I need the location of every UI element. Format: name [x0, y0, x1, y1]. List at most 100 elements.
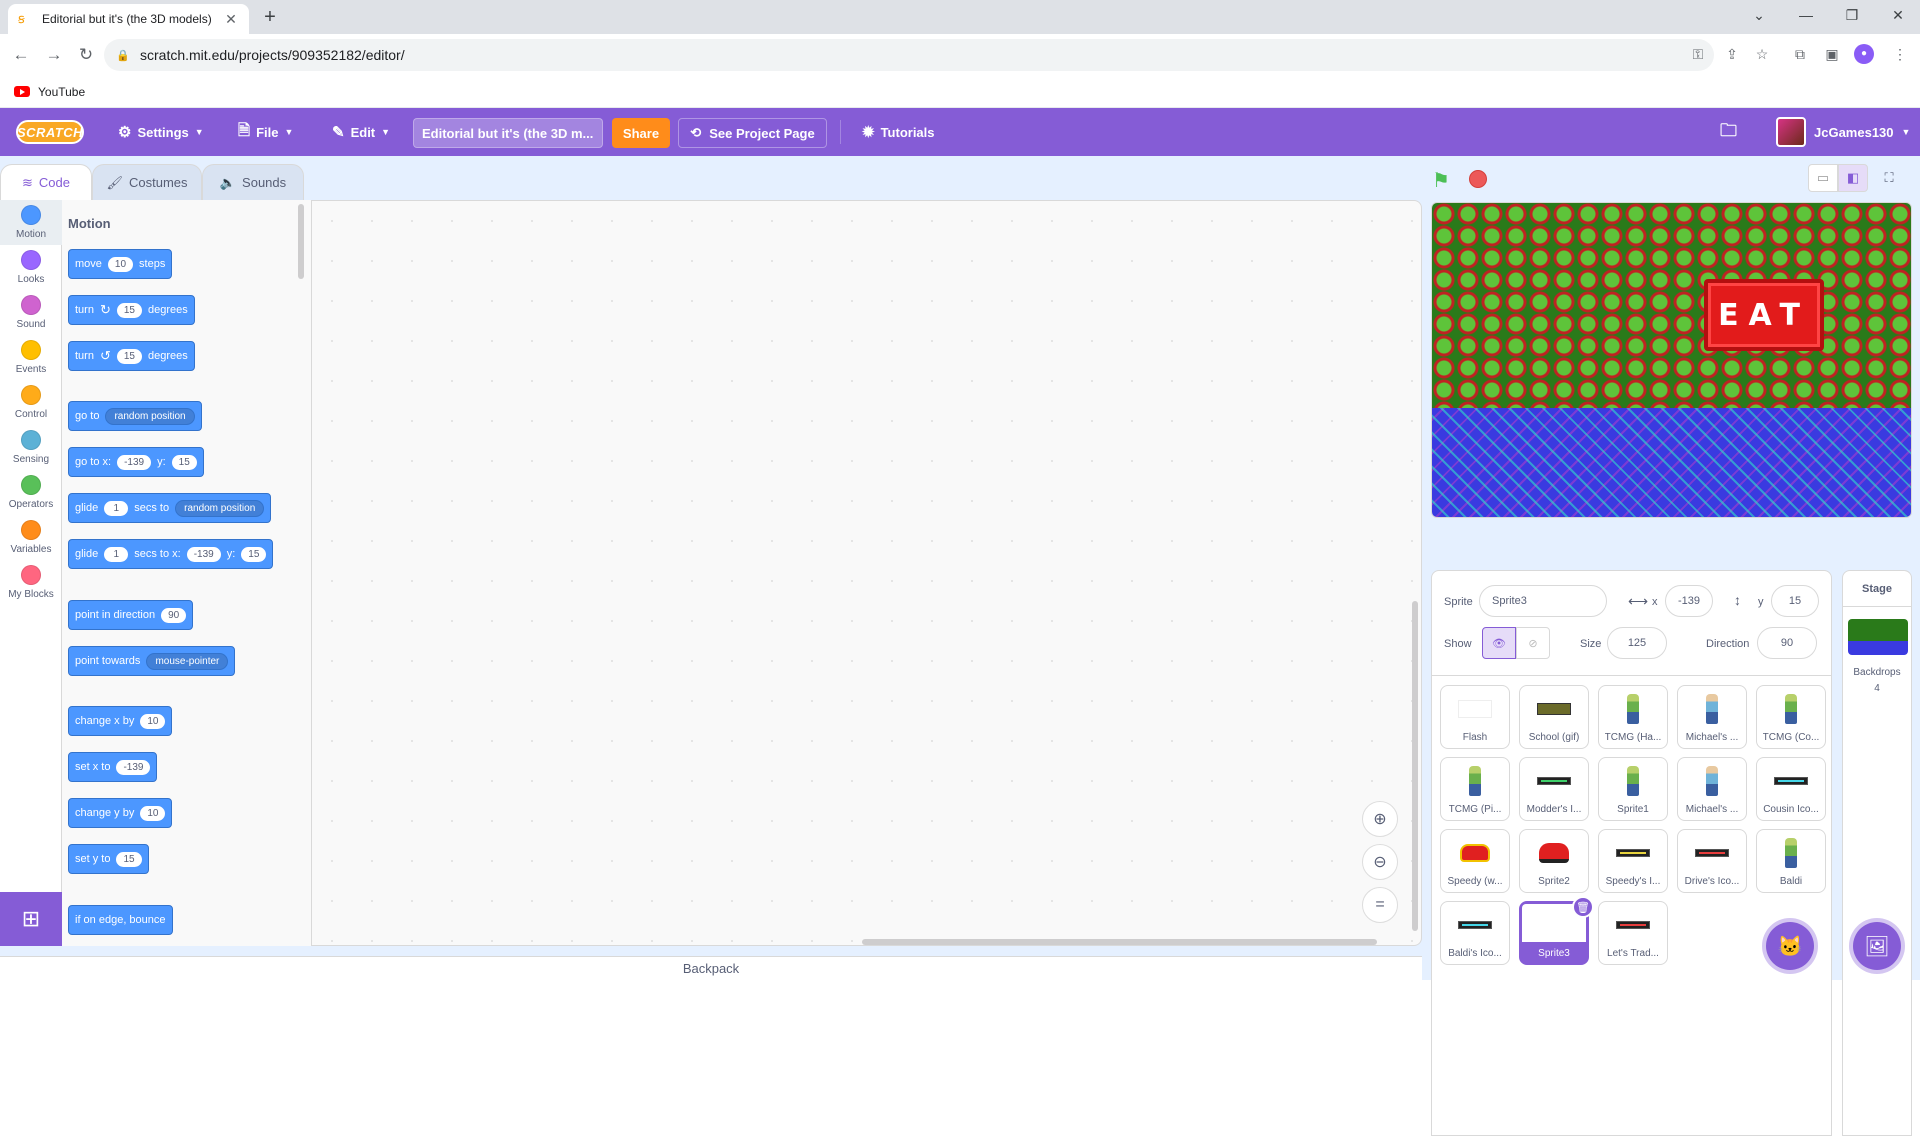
see-project-page-button[interactable]: ⟲ See Project Page [678, 118, 827, 148]
sprite-tile[interactable]: Drive's Ico... [1677, 829, 1747, 893]
workspace-horizontal-scrollbar[interactable] [862, 939, 1377, 945]
sprite-tile[interactable]: Cousin Ico... [1756, 757, 1826, 821]
extensions-icon[interactable]: ⧉ [1790, 44, 1810, 64]
my-stuff-folder-icon[interactable]: 🗀 [1720, 108, 1737, 156]
bookmark-youtube[interactable]: YouTube [38, 85, 85, 99]
reload-icon[interactable]: ↻ [74, 43, 98, 67]
file-menu[interactable]: 🗎 File ▼ [238, 108, 293, 156]
block-input[interactable]: 15 [171, 454, 197, 470]
block-dropdown[interactable]: random position [105, 407, 195, 425]
fullscreen-icon[interactable]: ⛶ [1874, 164, 1904, 192]
block-change-x[interactable]: change x by 10 [68, 706, 173, 736]
show-eye-icon[interactable]: 👁 [1482, 627, 1516, 659]
browser-menu-icon[interactable]: ⋮ [1890, 44, 1910, 64]
choose-sprite-button[interactable]: 🐱 [1766, 922, 1814, 970]
settings-menu[interactable]: ⚙ Settings ▼ [118, 108, 204, 156]
zoom-out-icon[interactable]: ⊖ [1362, 844, 1398, 880]
close-window-icon[interactable]: ✕ [1886, 4, 1910, 28]
sprite-tile[interactable]: Sprite2 [1519, 829, 1589, 893]
size-field[interactable]: 125 [1607, 627, 1667, 659]
tutorials-button[interactable]: ✹ Tutorials [862, 108, 935, 156]
block-glide-to[interactable]: glide 1 secs to random position [68, 493, 272, 523]
block-point-in-direction[interactable]: point in direction 90 [68, 600, 194, 630]
key-icon[interactable]: ⚿ [1688, 44, 1708, 64]
minimize-icon[interactable]: — [1794, 4, 1818, 28]
block-input[interactable]: 15 [241, 546, 267, 562]
sprite-tile[interactable]: Flash [1440, 685, 1510, 749]
block-go-to-xy[interactable]: go to x: -139 y: 15 [68, 447, 204, 477]
large-stage-icon[interactable]: ◧ [1838, 164, 1868, 192]
block-input[interactable]: -139 [117, 454, 152, 470]
trash-icon[interactable]: 🗑 [1572, 896, 1594, 918]
sprite-tile[interactable]: Modder's I... [1519, 757, 1589, 821]
block-input[interactable]: -139 [116, 759, 151, 775]
restore-icon[interactable]: ❐ [1840, 4, 1864, 28]
block-set-x[interactable]: set x to -139 [68, 752, 158, 782]
sprite-tile-selected[interactable]: Sprite3 🗑 [1519, 896, 1594, 965]
block-input[interactable]: 1 [104, 500, 129, 516]
profile-icon[interactable]: ● [1854, 44, 1874, 64]
block-input[interactable]: 90 [161, 607, 187, 623]
x-field[interactable]: -139 [1665, 585, 1713, 617]
share-page-icon[interactable]: ⇪ [1722, 44, 1742, 64]
block-point-towards[interactable]: point towards mouse-pointer [68, 646, 236, 676]
sprite-tile[interactable]: TCMG (Co... [1756, 685, 1826, 749]
sprite-tile[interactable]: Baldi's Ico... [1440, 901, 1510, 965]
sprite-tile[interactable]: TCMG (Ha... [1598, 685, 1668, 749]
block-input[interactable]: 10 [107, 256, 134, 272]
direction-field[interactable]: 90 [1757, 627, 1817, 659]
block-input[interactable]: -139 [186, 546, 221, 562]
block-input[interactable]: 15 [116, 851, 142, 867]
tab-sounds[interactable]: 🔈 Sounds [202, 164, 304, 200]
block-dropdown[interactable]: random position [175, 499, 265, 517]
sprite-tile[interactable]: TCMG (Pi... [1440, 757, 1510, 821]
tab-close-icon[interactable]: ✕ [223, 11, 239, 28]
category-my-blocks[interactable]: My Blocks [0, 560, 62, 605]
stop-icon[interactable] [1469, 170, 1487, 188]
y-field[interactable]: 15 [1771, 585, 1819, 617]
scratch-logo[interactable]: SCRATCH [16, 120, 84, 144]
address-bar[interactable]: 🔒 scratch.mit.edu/projects/909352182/edi… [104, 39, 1714, 71]
sprite-tile[interactable]: Speedy's I... [1598, 829, 1668, 893]
block-move-steps[interactable]: move 10 steps [68, 249, 173, 279]
edit-menu[interactable]: ✎ Edit ▼ [332, 108, 390, 156]
new-tab-icon[interactable]: + [258, 6, 282, 30]
stage-canvas[interactable]: EAT [1431, 202, 1912, 518]
browser-tab[interactable]: ꞩ Editorial but it's (the 3D models) ✕ [8, 4, 249, 34]
small-stage-icon[interactable]: ▭ [1808, 164, 1838, 192]
block-glide-to-xy[interactable]: glide 1 secs to x: -139 y: 15 [68, 539, 274, 569]
bookmark-star-icon[interactable]: ☆ [1752, 44, 1772, 64]
workspace-vertical-scrollbar[interactable] [1412, 601, 1418, 931]
sprite-tile[interactable]: Baldi [1756, 829, 1826, 893]
forward-icon[interactable]: → [42, 43, 66, 67]
category-operators[interactable]: Operators [0, 470, 62, 515]
backpack[interactable]: Backpack [0, 956, 1422, 980]
sprite-tile[interactable]: Let's Trad... [1598, 901, 1668, 965]
palette-scrollbar[interactable] [298, 204, 304, 279]
block-input[interactable]: 10 [140, 713, 166, 729]
sidepanel-icon[interactable]: ▣ [1822, 44, 1842, 64]
zoom-reset-icon[interactable]: = [1362, 887, 1398, 923]
block-set-y[interactable]: set y to 15 [68, 844, 149, 874]
category-variables[interactable]: Variables [0, 515, 62, 560]
sprite-tile[interactable]: Michael's ... [1677, 685, 1747, 749]
block-dropdown[interactable]: mouse-pointer [146, 652, 229, 670]
tab-code[interactable]: ≋ Code [0, 164, 92, 200]
add-extension-button[interactable]: ⊞ [0, 892, 62, 946]
sprite-tile[interactable]: Speedy (w... [1440, 829, 1510, 893]
back-icon[interactable]: ← [9, 43, 33, 67]
stage-target-pane[interactable]: Stage Backdrops 4 [1842, 570, 1912, 1136]
category-looks[interactable]: Looks [0, 245, 62, 290]
share-button[interactable]: Share [612, 118, 670, 148]
category-control[interactable]: Control [0, 380, 62, 425]
block-input[interactable]: 15 [116, 348, 142, 364]
user-menu[interactable]: JcGames130 ▼ [1776, 116, 1910, 148]
code-workspace[interactable]: ⊕ ⊖ = [312, 200, 1422, 946]
block-change-y[interactable]: change y by 10 [68, 798, 173, 828]
block-if-on-edge-bounce[interactable]: if on edge, bounce [68, 905, 173, 935]
sprite-tile[interactable]: Michael's ... [1677, 757, 1747, 821]
sprite-tile[interactable]: School (gif) [1519, 685, 1589, 749]
sprite-tile[interactable]: Sprite1 [1598, 757, 1668, 821]
zoom-in-icon[interactable]: ⊕ [1362, 801, 1398, 837]
tab-costumes[interactable]: 🖌 Costumes [92, 164, 202, 200]
